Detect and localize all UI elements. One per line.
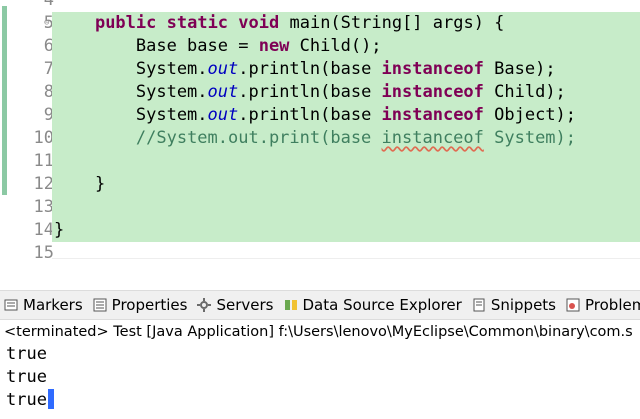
code-editor[interactable]: 4 5 ⊖ 6 7 8 9 10 11 12 13 14 15 public static void m… <box>0 0 640 262</box>
line-number: 15 <box>33 243 54 262</box>
snippets-icon <box>472 298 486 312</box>
servers-icon <box>197 298 212 312</box>
tab-snippets[interactable]: Snippets <box>468 291 562 319</box>
line-number: 8 <box>43 82 54 102</box>
tab-data-source-explorer[interactable]: Data Source Explorer <box>280 291 468 319</box>
code-line[interactable]: public static void main(String[] args) { <box>54 12 504 35</box>
tab-servers[interactable]: Servers <box>193 291 279 319</box>
console-output-line: true <box>6 367 47 387</box>
text-caret <box>47 389 54 409</box>
code-line[interactable]: } <box>54 219 64 242</box>
line-number: 12 <box>33 174 54 194</box>
console-output-line: true <box>6 389 54 412</box>
tab-problems-label: Problem <box>585 296 640 314</box>
line-number: 13 <box>33 197 54 217</box>
tab-properties[interactable]: Properties <box>89 291 194 319</box>
code-line[interactable]: } <box>54 173 105 196</box>
tab-markers-label: Markers <box>23 296 83 314</box>
markers-icon <box>4 298 18 312</box>
console-output-line: true <box>6 344 47 364</box>
line-number: 4 <box>43 0 54 10</box>
tab-servers-label: Servers <box>216 296 274 314</box>
changed-line-highlight <box>52 150 640 173</box>
line-number-gutter: 4 5 ⊖ 6 7 8 9 10 11 12 13 14 15 <box>8 0 54 262</box>
code-line[interactable]: System.out.println(base instanceof Child… <box>54 81 566 104</box>
line-number: 9 <box>43 105 54 125</box>
horizontal-scrollbar[interactable]: < <box>52 258 640 262</box>
line-number: 11 <box>33 151 54 171</box>
changed-line-highlight <box>52 173 640 196</box>
code-line[interactable]: System.out.println(base instanceof Objec… <box>54 104 576 127</box>
line-number: 10 <box>33 128 54 148</box>
console-status: <terminated> Test [Java Application] f:\… <box>4 324 633 340</box>
change-marker <box>2 6 7 195</box>
scroll-left-icon[interactable]: < <box>56 261 68 262</box>
tab-snippets-label: Snippets <box>490 296 556 314</box>
line-number: 6 <box>43 36 54 56</box>
tab-properties-label: Properties <box>111 296 188 314</box>
properties-icon <box>93 298 107 312</box>
console-output-text: true <box>6 390 47 410</box>
change-ruler <box>0 0 8 262</box>
changed-line-highlight <box>52 196 640 219</box>
tab-markers[interactable]: Markers <box>0 291 89 319</box>
view-tabs: Markers Properties Servers Data Source E… <box>0 290 640 320</box>
code-line[interactable]: //System.out.print(base instanceof Syste… <box>54 127 576 150</box>
fold-collapse-icon[interactable]: ⊖ <box>44 12 49 35</box>
problems-icon <box>566 298 580 312</box>
line-number: 14 <box>33 220 54 240</box>
code-line[interactable]: Base base = new Child(); <box>54 35 382 58</box>
console-view[interactable]: <terminated> Test [Java Application] f:\… <box>0 320 640 419</box>
tab-problems[interactable]: Problem <box>562 291 640 319</box>
code-line[interactable]: System.out.println(base instanceof Base)… <box>54 58 556 81</box>
changed-line-highlight <box>52 219 640 242</box>
line-number: 7 <box>43 59 54 79</box>
tab-data-source-explorer-label: Data Source Explorer <box>302 296 462 314</box>
data-source-explorer-icon <box>284 298 298 312</box>
